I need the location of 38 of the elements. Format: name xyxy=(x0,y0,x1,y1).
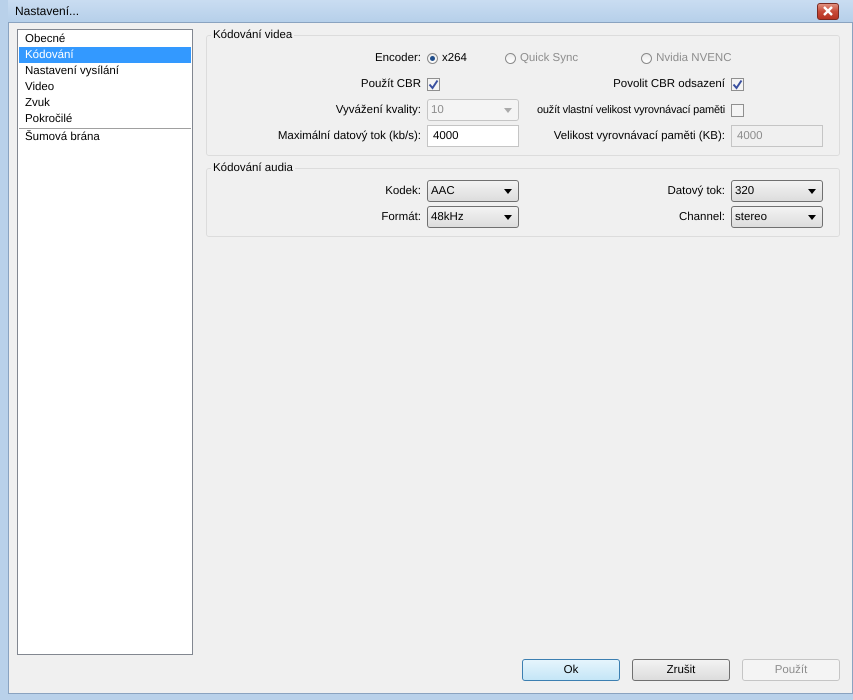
field-label: Použít CBR xyxy=(360,77,421,92)
caret-icon xyxy=(504,108,512,112)
field-label: Formát: xyxy=(380,210,421,225)
dialog-button[interactable]: Ok xyxy=(522,659,620,681)
sidebar-item[interactable]: Zvuk xyxy=(19,95,191,111)
field-label: oužít vlastní velikost vyrovnávací paměti xyxy=(536,103,725,118)
checkbox[interactable] xyxy=(731,104,744,116)
dropdown[interactable]: AAC xyxy=(427,180,519,202)
bitrate-input[interactable]: 4000 xyxy=(427,125,519,147)
sidebar-item[interactable]: Obecné xyxy=(19,31,191,47)
dropdown[interactable]: 48kHz xyxy=(427,206,519,228)
sidebar-item[interactable]: Nastavení vysílání xyxy=(19,63,191,79)
window-title: Nastavení... xyxy=(15,4,80,18)
field-label: Maximální datový tok (kb/s): xyxy=(276,129,421,144)
field-label: Datový tok: xyxy=(666,184,725,199)
field-label: Channel: xyxy=(678,210,725,225)
caret-icon xyxy=(504,214,512,220)
sidebar-item[interactable]: Šumová brána xyxy=(19,129,191,145)
caret-icon xyxy=(808,214,816,220)
dropdown[interactable]: stereo xyxy=(731,206,823,228)
field-label: Velikost vyrovnávací paměti (KB): xyxy=(552,129,725,144)
checkbox[interactable] xyxy=(731,78,744,90)
radio-button[interactable]: x264 xyxy=(427,52,467,64)
caret-icon xyxy=(504,188,512,194)
caret-icon xyxy=(808,188,816,194)
group-title: Kódování audia xyxy=(212,162,294,174)
field-label: Kodek: xyxy=(384,184,421,199)
close-button[interactable] xyxy=(817,2,839,20)
field-label: Vyvážení kvality: xyxy=(334,103,421,118)
close-icon xyxy=(821,6,835,16)
field-label: Encoder: xyxy=(374,51,421,66)
field-label: Povolit CBR odsazení xyxy=(612,77,725,92)
sidebar-item[interactable]: Video xyxy=(19,79,191,95)
dropdown[interactable]: 320 xyxy=(731,180,823,202)
dialog-button[interactable]: Zrušit xyxy=(632,659,730,681)
checkbox[interactable] xyxy=(427,78,440,90)
sidebar-item[interactable]: Pokročilé xyxy=(19,111,191,127)
group-title: Kódování videa xyxy=(212,29,294,41)
